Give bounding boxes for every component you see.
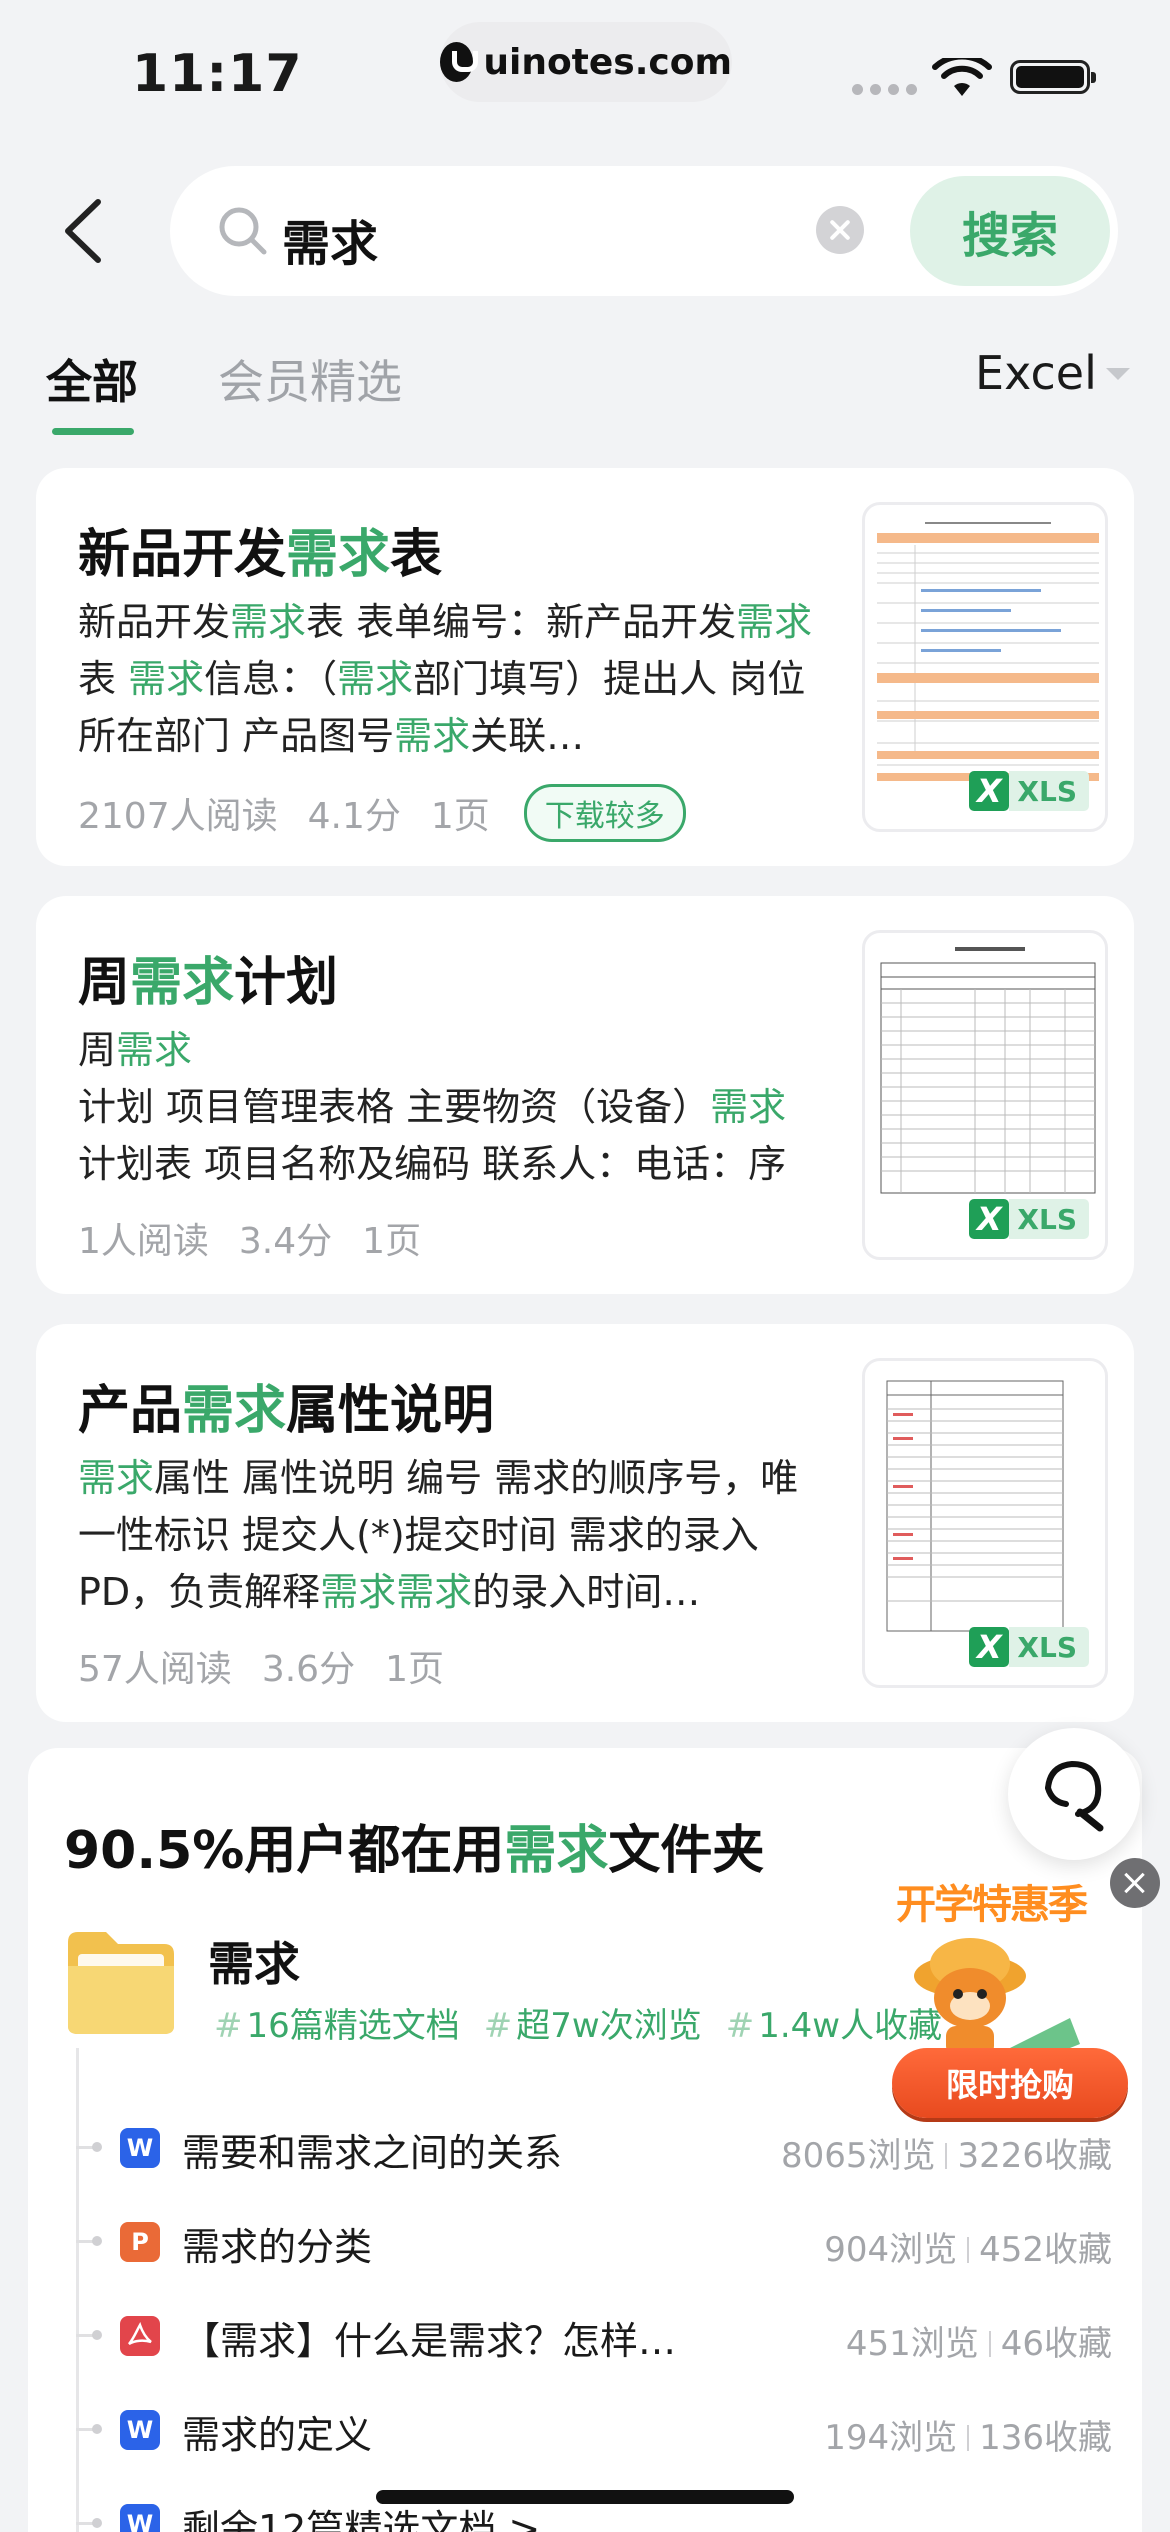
rating: 3.6分 (261, 1649, 356, 1690)
doc-name[interactable]: 需求的分类 (182, 2216, 372, 2271)
folder-doc-item[interactable]: P 需求的分类 904浏览 452收藏 (76, 2212, 1136, 2272)
folder-tag: #16篇精选文档 (214, 2006, 460, 2046)
result-snippet: 需求属性 属性说明 编号 需求的顺序号，唯一性标识 提交人(*)提交时间 需求的… (78, 1456, 799, 1614)
folder-section-heading: 90.5%用户都在用需求文件夹 (64, 1821, 765, 1881)
xls-file-badge: X XLS (969, 769, 1089, 813)
doc-name[interactable]: 需要和需求之间的关系 (182, 2122, 562, 2177)
result-card[interactable]: 新品开发需求表 新品开发需求表 表单编号：新产品开发需求表 需求信息：（需求部门… (36, 468, 1134, 866)
rating: 4.1分 (307, 796, 401, 837)
status-bar: 11:17 uinotes.com (0, 0, 1170, 150)
folder-name[interactable]: 需求 (208, 1928, 300, 1994)
page-count: 1页 (362, 1221, 422, 1262)
doc-stats: 194浏览 136收藏 (824, 2418, 1112, 2458)
file-type-filter[interactable]: Excel (975, 346, 1097, 400)
site-logo-icon (440, 42, 479, 82)
read-count: 1人阅读 (78, 1221, 209, 1262)
result-meta: 1人阅读 3.4分 1页 (78, 1212, 421, 1264)
result-snippet: 周需求计划 项目管理表格 主要物资（设备）需求计划表 项目名称及编码 联系人：电… (78, 1028, 787, 1186)
active-tab-indicator (52, 428, 134, 435)
result-meta: 57人阅读 3.6分 1页 (78, 1640, 444, 1692)
clear-icon[interactable] (816, 206, 864, 254)
page-count: 1页 (430, 796, 490, 837)
search-button[interactable]: 搜索 (910, 176, 1110, 286)
url-text: uinotes.com (483, 41, 732, 83)
url-pill[interactable]: uinotes.com (440, 22, 732, 102)
search-input[interactable]: 需求 (282, 204, 378, 274)
result-title[interactable]: 周需求计划 (78, 940, 338, 1015)
search-bar: 需求 搜索 (170, 166, 1118, 296)
popular-tag: 下载较多 (523, 784, 686, 842)
document-thumbnail[interactable]: X XLS (862, 1358, 1108, 1688)
tab-member-picks[interactable]: 会员精选 (218, 346, 402, 412)
folder-tags: #16篇精选文档 # 超7w次浏览 #1.4w人收藏 (214, 1998, 942, 2047)
ppt-icon: P (120, 2222, 160, 2262)
document-thumbnail[interactable]: X XLS (862, 502, 1108, 832)
battery-icon (1010, 60, 1096, 94)
tab-all[interactable]: 全部 (46, 346, 138, 412)
folder-icon[interactable] (64, 1928, 178, 2038)
xls-file-badge: X XLS (969, 1625, 1089, 1669)
search-icon (219, 207, 267, 255)
floating-assistant-button[interactable] (1008, 1728, 1140, 1860)
read-count: 2107人阅读 (78, 796, 278, 837)
result-card[interactable]: 周需求计划 周需求计划 项目管理表格 主要物资（设备）需求计划表 项目名称及编码… (36, 896, 1134, 1294)
folder-doc-item[interactable]: 【需求】什么是需求？怎样… 451浏览 46收藏 (76, 2306, 1136, 2366)
doc-name[interactable]: 需求的定义 (182, 2404, 372, 2459)
rating: 3.4分 (238, 1221, 333, 1262)
wifi-icon (932, 58, 992, 96)
doc-stats: 451浏览 46收藏 (845, 2324, 1112, 2364)
folder-doc-item[interactable]: W 需求的定义 194浏览 136收藏 (76, 2400, 1136, 2460)
caret-down-icon[interactable] (1106, 368, 1130, 380)
signal-icon (852, 84, 917, 95)
document-thumbnail[interactable]: X XLS (862, 930, 1108, 1260)
home-indicator[interactable] (376, 2490, 794, 2504)
xls-file-badge: X XLS (969, 1197, 1089, 1241)
result-meta: 2107人阅读 4.1分 1页 下载较多 (78, 784, 686, 842)
result-snippet: 新品开发需求表 表单编号：新产品开发需求表 需求信息：（需求部门填写）提出人 岗… (78, 600, 813, 758)
page-count: 1页 (385, 1649, 444, 1690)
word-icon: W (120, 2504, 160, 2532)
word-icon: W (120, 2128, 160, 2168)
status-time: 11:17 (132, 44, 303, 104)
back-icon[interactable] (58, 196, 106, 266)
doc-stats: 8065浏览 3226收藏 (780, 2136, 1112, 2176)
doc-name[interactable]: 【需求】什么是需求？怎样… (182, 2310, 676, 2365)
search-doc-icon (1045, 1760, 1104, 1832)
folder-tag: # 超7w次浏览 (483, 2006, 702, 2046)
doc-stats: 904浏览 452收藏 (824, 2230, 1112, 2270)
result-title[interactable]: 产品需求属性说明 (78, 1368, 494, 1443)
promo-buy-button[interactable]: 限时抢购 (892, 2048, 1128, 2118)
result-card[interactable]: 产品需求属性说明 需求属性 属性说明 编号 需求的顺序号，唯一性标识 提交人(*… (36, 1324, 1134, 1722)
read-count: 57人阅读 (78, 1649, 232, 1690)
word-icon: W (120, 2410, 160, 2450)
pdf-icon (120, 2316, 160, 2356)
result-title[interactable]: 新品开发需求表 (78, 512, 442, 587)
